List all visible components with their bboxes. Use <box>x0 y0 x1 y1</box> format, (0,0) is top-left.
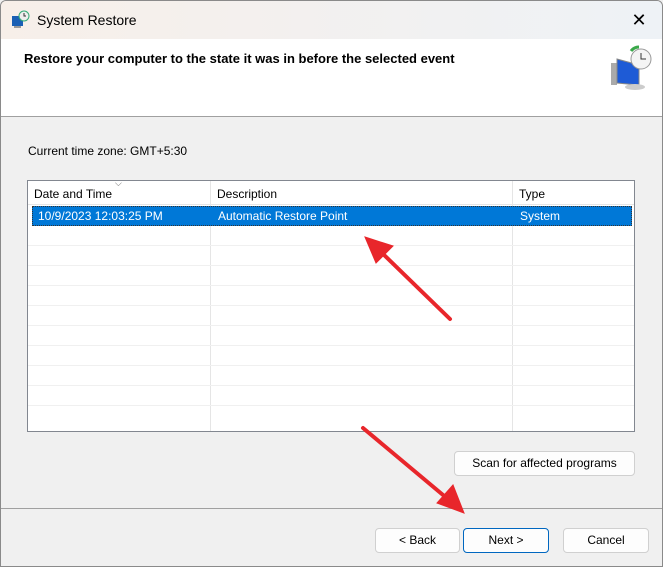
arrow-to-next-button <box>361 426 451 502</box>
time-zone-label: Current time zone: GMT+5:30 <box>28 144 188 158</box>
divider <box>1 508 662 509</box>
next-button[interactable]: Next > <box>463 528 549 553</box>
header-panel: Restore your computer to the state it wa… <box>1 39 662 117</box>
row-description: Automatic Restore Point <box>218 209 348 223</box>
window-title: System Restore <box>37 12 137 28</box>
system-restore-large-icon <box>611 45 652 90</box>
scan-affected-programs-button[interactable]: Scan for affected programs <box>454 451 635 476</box>
page-heading: Restore your computer to the state it wa… <box>24 51 455 66</box>
row-date: 10/9/2023 12:03:25 PM <box>38 209 163 223</box>
title-bar: System Restore ✕ <box>1 1 662 39</box>
list-header: Date and Time ⌵ Description Type <box>28 181 634 205</box>
back-button[interactable]: < Back <box>375 528 460 553</box>
column-header-type[interactable]: Type <box>513 183 545 206</box>
sort-chevron-icon: ⌵ <box>115 180 122 188</box>
row-type: System <box>520 209 561 223</box>
column-header-description[interactable]: Description <box>211 183 513 206</box>
restore-points-list[interactable]: Date and Time ⌵ Description Type 10/9/20… <box>27 180 635 432</box>
system-restore-icon <box>12 10 30 28</box>
system-restore-window: System Restore ✕ Restore your computer t… <box>0 0 663 567</box>
cancel-button[interactable]: Cancel <box>563 528 649 553</box>
close-button[interactable]: ✕ <box>624 7 654 33</box>
table-row[interactable]: 10/9/2023 12:03:25 PM Automatic Restore … <box>32 206 632 226</box>
